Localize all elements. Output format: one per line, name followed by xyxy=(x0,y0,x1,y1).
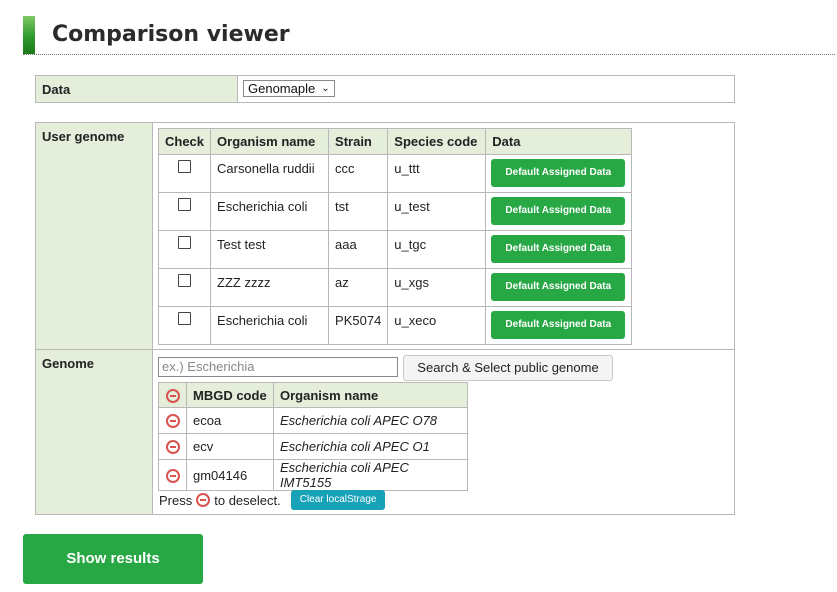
table-row: gm04146 Escherichia coli APEC IMT5155 xyxy=(158,459,468,491)
species-code-cell: u_tgc xyxy=(387,230,487,269)
deselect-hint: Press to deselect. Clear localStrage xyxy=(159,490,386,510)
page-title: Comparison viewer xyxy=(52,22,290,47)
table-row: ecv Escherichia coli APEC O1 xyxy=(158,433,468,460)
column-header-organism: Organism name xyxy=(210,128,330,155)
remove-cell xyxy=(158,433,187,460)
row-checkbox[interactable] xyxy=(178,236,192,249)
strain-cell: az xyxy=(328,268,389,307)
species-code-cell: u_test xyxy=(387,192,487,231)
user-genome-header-row: Check Organism name Strain Species code … xyxy=(157,128,633,155)
selection-table: User genome Check Organism name Strain S… xyxy=(35,122,735,515)
user-genome-row: User genome Check Organism name Strain S… xyxy=(36,123,734,350)
page-header: Comparison viewer xyxy=(23,16,835,55)
column-header-organism-name: Organism name xyxy=(273,382,468,408)
organism-cell: Escherichia coli xyxy=(210,192,330,231)
data-selector-row: Data Genomaple ⌄ xyxy=(35,75,735,103)
species-code-cell: u_xeco xyxy=(387,306,487,345)
table-row: Carsonella ruddii ccc u_ttt Default Assi… xyxy=(157,154,633,193)
row-checkbox[interactable] xyxy=(178,274,192,287)
organism-cell: ZZZ zzzz xyxy=(210,268,330,307)
column-header-strain: Strain xyxy=(328,128,389,155)
table-row: ecoa Escherichia coli APEC O78 xyxy=(158,407,468,434)
title-accent-bar xyxy=(23,16,35,54)
species-code-cell: u_ttt xyxy=(387,154,487,193)
table-row: Escherichia coli PK5074 u_xeco Default A… xyxy=(157,306,633,345)
check-cell xyxy=(157,230,212,269)
minus-circle-icon[interactable] xyxy=(165,468,180,483)
table-row: Escherichia coli tst u_test Default Assi… xyxy=(157,192,633,231)
remove-cell xyxy=(158,459,187,491)
deselect-text: to deselect. xyxy=(214,492,281,508)
check-cell xyxy=(157,192,212,231)
remove-all-cell xyxy=(158,382,187,408)
row-checkbox[interactable] xyxy=(178,312,192,325)
clear-localstorage-button[interactable]: Clear localStrage xyxy=(290,490,386,510)
organism-cell: Carsonella ruddii xyxy=(210,154,330,193)
data-select[interactable]: Genomaple ⌄ xyxy=(243,80,335,97)
column-header-check: Check xyxy=(157,128,212,155)
column-header-mbgd-code: MBGD code xyxy=(186,382,274,408)
data-select-value: Genomaple xyxy=(248,81,316,96)
minus-circle-icon xyxy=(196,493,211,507)
user-genome-label: User genome xyxy=(36,123,153,349)
minus-circle-icon[interactable] xyxy=(165,388,180,403)
user-genome-content: Check Organism name Strain Species code … xyxy=(153,123,734,349)
default-assigned-data-button[interactable]: Default Assigned Data xyxy=(491,159,626,187)
default-assigned-data-button[interactable]: Default Assigned Data xyxy=(491,273,626,301)
organism-name-cell: Escherichia coli APEC O78 xyxy=(273,407,468,434)
mbgd-code-cell: gm04146 xyxy=(186,459,274,491)
remove-cell xyxy=(158,407,187,434)
data-cell: Default Assigned Data xyxy=(485,306,633,345)
user-genome-table: Check Organism name Strain Species code … xyxy=(157,128,633,345)
data-label: Data xyxy=(36,76,238,102)
genome-search-input[interactable]: ex.) Escherichia xyxy=(158,357,398,377)
selected-genome-table: MBGD code Organism name ecoa Escherichia… xyxy=(158,382,468,491)
check-cell xyxy=(157,268,212,307)
organism-name-cell: Escherichia coli APEC IMT5155 xyxy=(273,459,468,491)
default-assigned-data-button[interactable]: Default Assigned Data xyxy=(491,235,626,263)
column-header-data: Data xyxy=(485,128,633,155)
data-cell: Default Assigned Data xyxy=(485,192,633,231)
data-cell: Default Assigned Data xyxy=(485,230,633,269)
chevron-down-icon: ⌄ xyxy=(321,82,330,94)
strain-cell: ccc xyxy=(328,154,389,193)
default-assigned-data-button[interactable]: Default Assigned Data xyxy=(491,197,626,225)
organism-cell: Escherichia coli xyxy=(210,306,330,345)
check-cell xyxy=(157,154,212,193)
table-row: ZZZ zzzz az u_xgs Default Assigned Data xyxy=(157,268,633,307)
mbgd-code-cell: ecv xyxy=(186,433,274,460)
row-checkbox[interactable] xyxy=(178,198,192,211)
row-checkbox[interactable] xyxy=(178,160,192,173)
check-cell xyxy=(157,306,212,345)
genome-row: Genome ex.) Escherichia Search & Select … xyxy=(36,350,734,514)
default-assigned-data-button[interactable]: Default Assigned Data xyxy=(491,311,626,339)
minus-circle-icon[interactable] xyxy=(165,414,180,429)
strain-cell: aaa xyxy=(328,230,389,269)
data-cell: Default Assigned Data xyxy=(485,268,633,307)
data-cell: Default Assigned Data xyxy=(485,154,633,193)
column-header-species-code: Species code xyxy=(387,128,487,155)
genome-content: ex.) Escherichia Search & Select public … xyxy=(153,350,734,514)
strain-cell: tst xyxy=(328,192,389,231)
organism-name-cell: Escherichia coli APEC O1 xyxy=(273,433,468,460)
genome-label: Genome xyxy=(36,350,153,514)
species-code-cell: u_xgs xyxy=(387,268,487,307)
mbgd-code-cell: ecoa xyxy=(186,407,274,434)
table-row: Test test aaa u_tgc Default Assigned Dat… xyxy=(157,230,633,269)
search-select-public-genome-button[interactable]: Search & Select public genome xyxy=(403,355,613,381)
strain-cell: PK5074 xyxy=(328,306,389,345)
organism-cell: Test test xyxy=(210,230,330,269)
show-results-button[interactable]: Show results xyxy=(23,534,203,584)
genome-header-row: MBGD code Organism name xyxy=(158,382,468,408)
data-value-cell: Genomaple ⌄ xyxy=(238,76,734,102)
press-text: Press xyxy=(159,492,193,508)
minus-circle-icon[interactable] xyxy=(165,440,180,455)
